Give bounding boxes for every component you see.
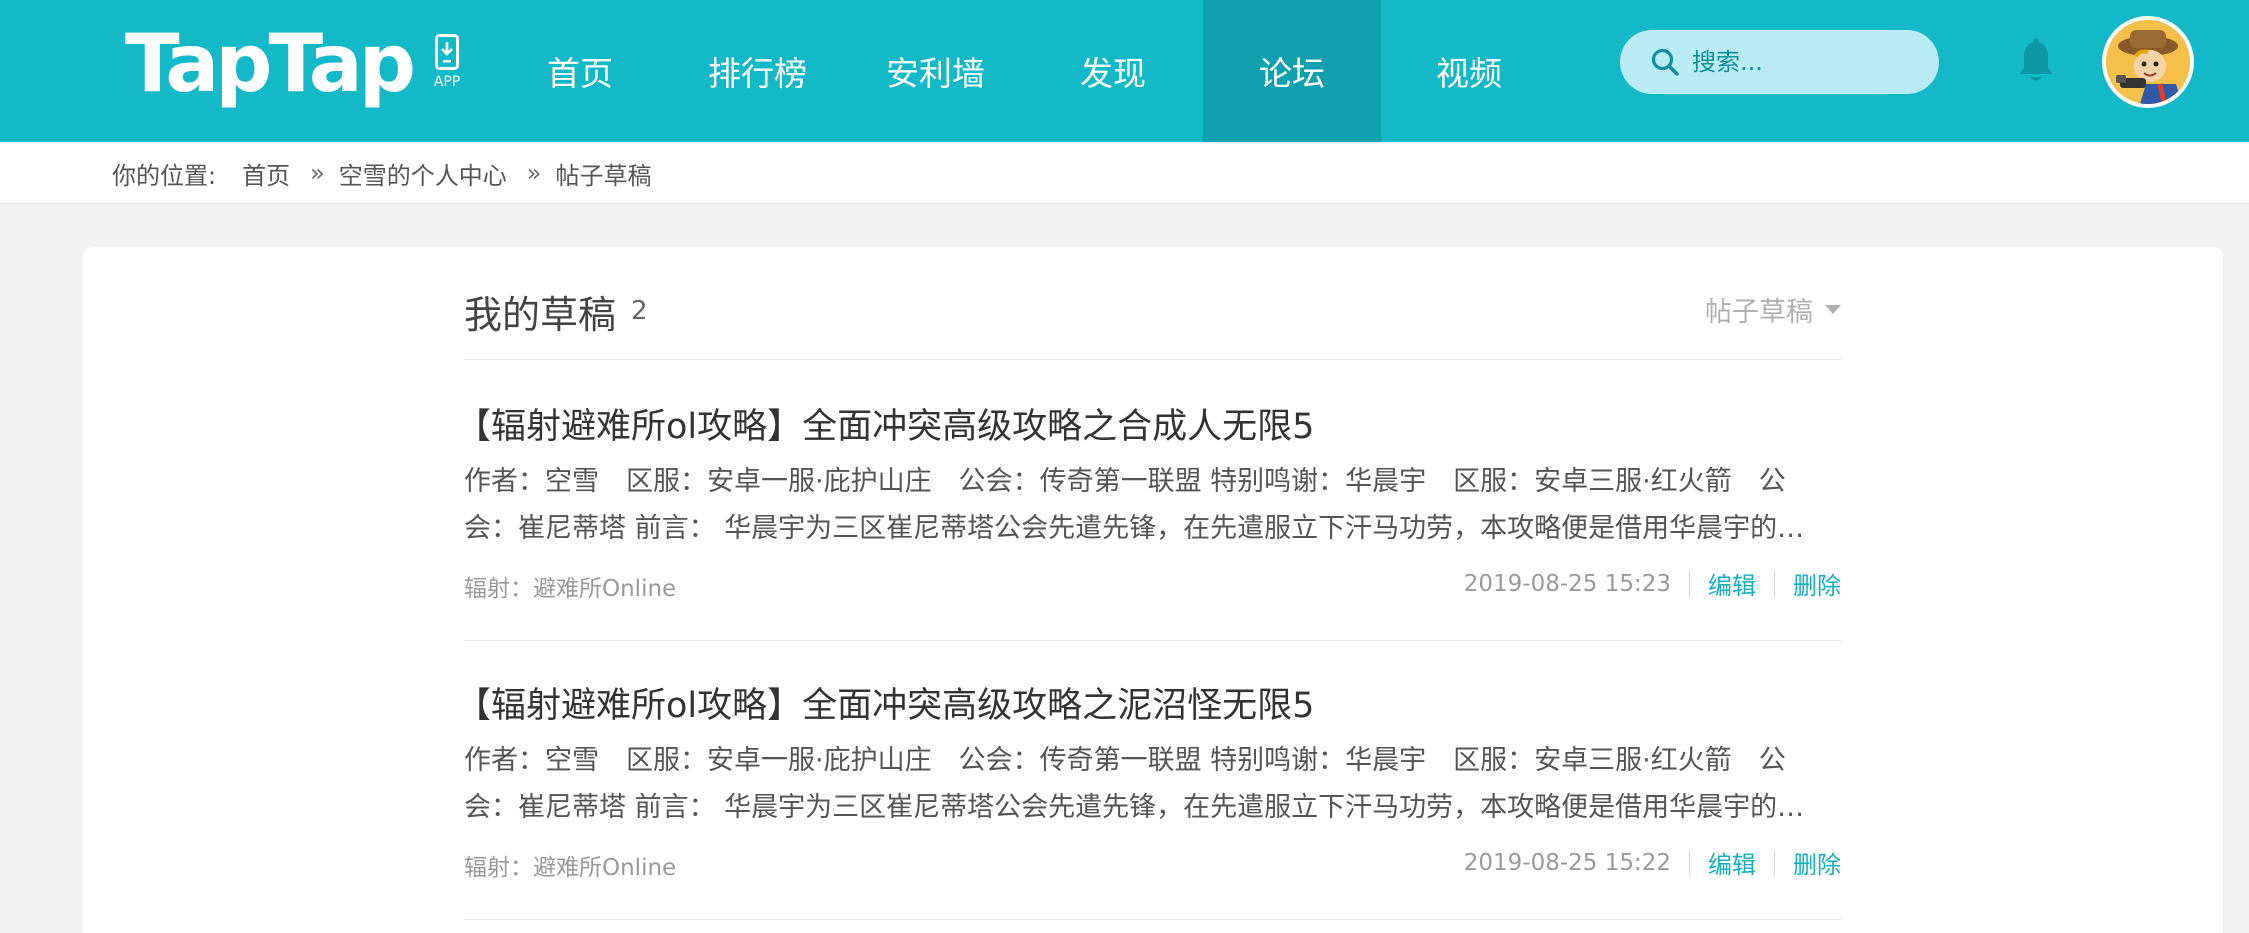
meta-divider [1774, 849, 1775, 876]
nav-discover[interactable]: 发现 [1048, 0, 1178, 142]
meta-divider [1689, 849, 1690, 876]
nav-video[interactable]: 视频 [1404, 0, 1534, 142]
app-download-link[interactable]: APP [428, 34, 466, 96]
breadcrumb-home-link[interactable]: 首页 [242, 156, 290, 191]
drafts-header: 我的草稿 2 帖子草稿 [464, 274, 1841, 360]
delete-button[interactable]: 删除 [1793, 566, 1841, 601]
edit-button[interactable]: 编辑 [1708, 845, 1756, 880]
cartoon-avatar-icon [2106, 20, 2190, 104]
draft-item: 【辐射避难所ol攻略】全面冲突高级攻略之泥沼怪无限5 作者：空雪 区服：安卓一服… [456, 677, 1841, 920]
phone-download-icon [435, 34, 459, 70]
edit-button[interactable]: 编辑 [1708, 566, 1756, 601]
caret-down-icon [1825, 305, 1841, 314]
app-label: APP [433, 74, 461, 90]
draft-excerpt: 作者：空雪 区服：安卓一服·庇护山庄 公会：传奇第一联盟 特别鸣谢：华晨宇 区服… [464, 745, 1805, 823]
breadcrumb-profile-link[interactable]: 空雪的个人中心 [339, 156, 507, 191]
bell-icon[interactable] [2018, 38, 2054, 84]
breadcrumb-bar: 你的位置: 首页 » 空雪的个人中心 » 帖子草稿 [0, 142, 2249, 204]
breadcrumb-current: 帖子草稿 [555, 161, 652, 190]
meta-divider [1774, 570, 1775, 597]
breadcrumb-separator: » [310, 159, 325, 187]
draft-game-name: 辐射：避难所Online [464, 576, 677, 602]
draft-meta: 2019-08-25 15:22 编辑 删除 [1464, 845, 1841, 880]
breadcrumb-label: 你的位置: [112, 161, 217, 190]
taptap-logo[interactable]: TapTap [125, 14, 416, 114]
nav-ranking[interactable]: 排行榜 [690, 0, 825, 142]
page-title: 我的草稿 [464, 293, 617, 337]
draft-game-name: 辐射：避难所Online [464, 855, 677, 881]
nav-recommend-wall[interactable]: 安利墙 [868, 0, 1003, 142]
draft-timestamp: 2019-08-25 15:23 [1463, 570, 1671, 597]
draft-title[interactable]: 【辐射避难所ol攻略】全面冲突高级攻略之泥沼怪无限5 [456, 677, 1314, 728]
breadcrumb-separator: » [526, 159, 542, 187]
user-avatar[interactable] [2102, 16, 2194, 108]
meta-divider [1689, 570, 1690, 597]
draft-title[interactable]: 【辐射避难所ol攻略】全面冲突高级攻略之合成人无限5 [456, 398, 1314, 449]
nav-home[interactable]: 首页 [515, 0, 645, 142]
draft-excerpt: 作者：空雪 区服：安卓一服·庇护山庄 公会：传奇第一联盟 特别鸣谢：华晨宇 区服… [464, 466, 1805, 544]
search-input[interactable] [1692, 48, 1922, 76]
draft-meta: 2019-08-25 15:23 编辑 删除 [1464, 566, 1841, 601]
draft-timestamp: 2019-08-25 15:22 [1463, 849, 1671, 876]
draft-count: 2 [631, 296, 648, 326]
search-icon [1651, 48, 1679, 76]
top-header: TapTap APP 首页 排行榜 安利墙 发现 论坛 视频 [0, 0, 2249, 142]
draft-type-label: 帖子草稿 [1705, 297, 1813, 328]
search-box[interactable] [1620, 30, 1939, 94]
delete-button[interactable]: 删除 [1793, 845, 1841, 880]
draft-type-dropdown[interactable]: 帖子草稿 [1705, 290, 1841, 329]
breadcrumb: 你的位置: 首页 » 空雪的个人中心 » 帖子草稿 [112, 142, 651, 204]
nav-forum[interactable]: 论坛 [1203, 0, 1381, 142]
draft-item: 【辐射避难所ol攻略】全面冲突高级攻略之合成人无限5 作者：空雪 区服：安卓一服… [456, 398, 1841, 641]
